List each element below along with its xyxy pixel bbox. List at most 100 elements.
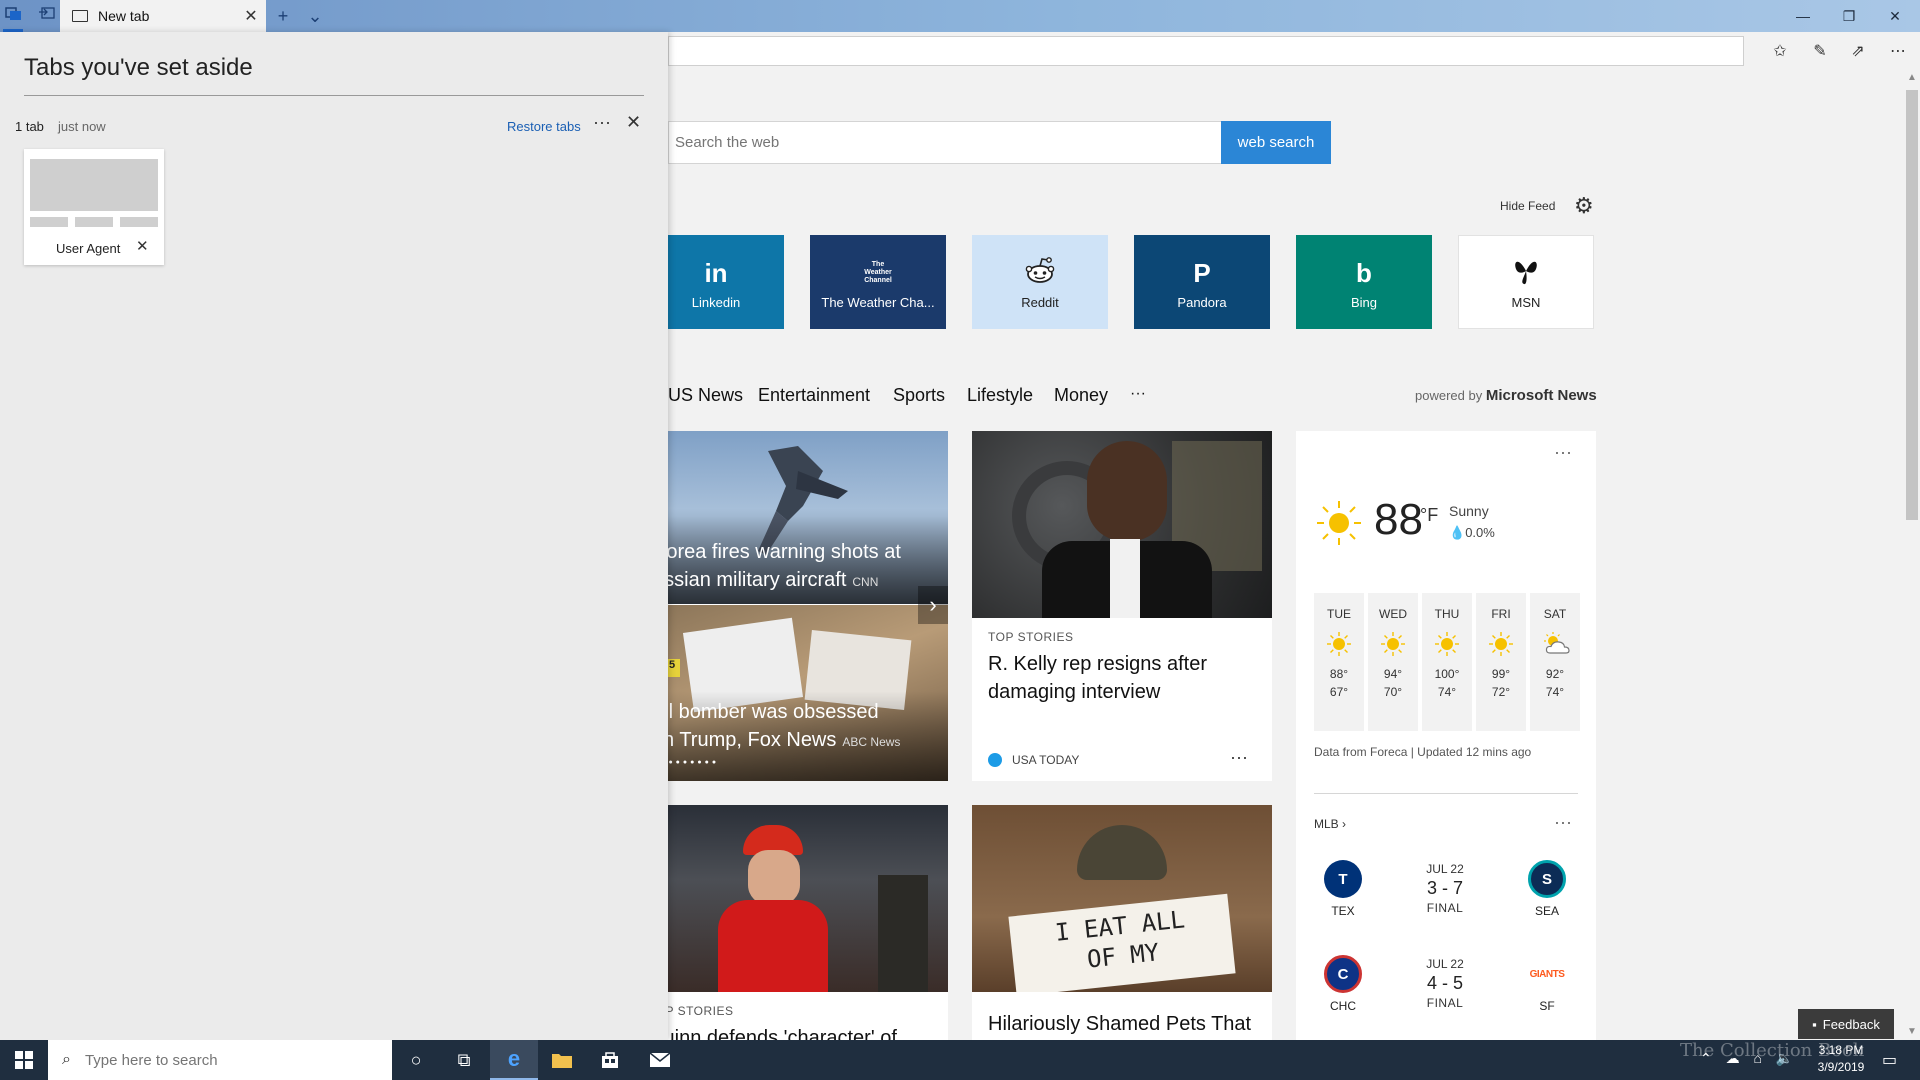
hero2-title-line1: ail bomber was obsessed <box>653 701 879 723</box>
favorites-star-icon[interactable]: ✩ <box>1768 40 1792 64</box>
forecast-day-wed[interactable]: WED 94° 70° <box>1368 593 1418 731</box>
title-bar: New tab ✕ + ⌄ — ❐ ✕ <box>0 0 1920 32</box>
gear-icon[interactable]: ⚙ <box>1574 193 1594 219</box>
task-view-icon[interactable]: ⧉ <box>440 1040 488 1080</box>
hero1-source: CNN <box>852 575 879 589</box>
thumbnail-bar <box>120 217 158 227</box>
news-nav-lifestyle[interactable]: Lifestyle <box>967 385 1033 406</box>
news-nav-money[interactable]: Money <box>1054 385 1108 406</box>
tile-bing[interactable]: b Bing <box>1296 235 1432 329</box>
mail-icon[interactable] <box>636 1040 684 1080</box>
story-card-rkelly[interactable]: TOP STORIES R. Kelly rep resigns after d… <box>972 431 1272 781</box>
aside-tab-thumbnail[interactable]: User Agent ✕ <box>24 149 164 265</box>
action-center-icon[interactable]: ▭ <box>1882 1050 1897 1070</box>
hero1-title-line1: Korea fires warning shots at <box>653 541 901 563</box>
web-search-box[interactable] <box>668 121 1222 164</box>
web-search-button[interactable]: web search <box>1221 121 1331 164</box>
sun-icon <box>1488 631 1514 657</box>
restore-tabs-link[interactable]: Restore tabs <box>507 119 581 134</box>
share-icon[interactable]: ⇗ <box>1846 40 1870 64</box>
forecast-day-tue[interactable]: TUE 88° 67° <box>1314 593 1364 731</box>
hero2-caption[interactable]: ail bomber was obsessed ith Trump, Fox N… <box>653 698 900 756</box>
forecast-low: 74° <box>1545 685 1565 699</box>
taskbar-search-box[interactable]: ⌕ <box>48 1040 392 1080</box>
weather-unit[interactable]: °F <box>1420 505 1438 526</box>
taskbar-search-input[interactable] <box>84 1051 365 1069</box>
news-nav-us-news[interactable]: US News <box>668 385 743 406</box>
forecast-day-name: SAT <box>1543 607 1567 621</box>
mlb-score[interactable]: JUL 22 3 - 7 FINAL <box>1400 862 1490 915</box>
store-icon[interactable] <box>586 1040 634 1080</box>
red-jacket <box>718 900 828 992</box>
story-more-icon[interactable]: ··· <box>1230 747 1248 768</box>
mlb-team-home[interactable]: T TEX <box>1318 860 1368 918</box>
story-card-pets[interactable]: I EAT ALL OF MY Hilariously Shamed Pets … <box>972 805 1272 1040</box>
scrollbar-thumb[interactable] <box>1906 90 1918 520</box>
weather-more-icon[interactable]: ··· <box>1554 442 1572 463</box>
new-tab-plus-icon[interactable]: + <box>270 5 296 27</box>
forecast-day-name: FRI <box>1491 607 1511 621</box>
scroll-down-arrow-icon[interactable]: ▼ <box>1904 1026 1920 1037</box>
forecast-day-fri[interactable]: FRI 99° 72° <box>1476 593 1526 731</box>
tile-weather-channel[interactable]: The Weather Channel The Weather Cha... <box>810 235 946 329</box>
settings-more-icon[interactable]: ⋯ <box>1886 40 1910 64</box>
partly-cloudy-icon <box>1542 631 1570 657</box>
news-nav-more-icon[interactable]: ··· <box>1130 385 1146 403</box>
feedback-button[interactable]: ▪ Feedback <box>1798 1009 1894 1039</box>
thumbnail-close-icon[interactable]: ✕ <box>136 237 149 255</box>
aside-more-icon[interactable]: ··· <box>593 112 611 133</box>
set-tabs-aside-icon[interactable] <box>36 6 58 26</box>
tab-close-icon[interactable]: ✕ <box>236 6 266 26</box>
news-nav-entertainment[interactable]: Entertainment <box>758 385 870 406</box>
hero1-caption[interactable]: Korea fires warning shots at ussian mili… <box>653 538 901 596</box>
hero2-source: ABC News <box>842 735 901 749</box>
cortana-icon[interactable]: ○ <box>392 1040 440 1080</box>
web-note-pen-icon[interactable]: ✎ <box>1808 40 1832 64</box>
forecast-high: 100° <box>1434 667 1460 681</box>
close-window-button[interactable]: ✕ <box>1872 0 1918 32</box>
mlb-more-icon[interactable]: ··· <box>1554 812 1572 833</box>
tab-new-tab[interactable]: New tab ✕ <box>60 0 266 32</box>
forecast-day-sat[interactable]: SAT 92° 74° <box>1530 593 1580 731</box>
carousel-next-chevron-icon[interactable]: › <box>918 586 948 624</box>
weather-precip-value: 0.0% <box>1465 525 1495 540</box>
story-photo-rkelly <box>972 431 1272 618</box>
address-bar[interactable] <box>668 36 1744 66</box>
story-photo-tortoise: I EAT ALL OF MY <box>972 805 1272 992</box>
tab-preview-chevron-down-icon[interactable]: ⌄ <box>302 5 328 27</box>
mlb-team-away[interactable]: S SEA <box>1522 860 1572 918</box>
scroll-up-arrow-icon[interactable]: ▲ <box>1904 72 1920 83</box>
edge-browser-icon[interactable]: e <box>490 1040 538 1080</box>
tile-reddit[interactable]: Reddit <box>972 235 1108 329</box>
aside-close-icon[interactable]: ✕ <box>626 112 641 133</box>
microsoft-news-brand: Microsoft News <box>1485 387 1597 404</box>
tile-linkedin[interactable]: in Linkedin <box>648 235 784 329</box>
forecast-day-thu[interactable]: THU 100° 74° <box>1422 593 1472 731</box>
hero-carousel[interactable]: Korea fires warning shots at ussian mili… <box>648 431 948 781</box>
mlb-team-home[interactable]: C CHC <box>1318 955 1368 1013</box>
mariners-compass-icon: S <box>1528 860 1566 898</box>
start-button[interactable] <box>0 1040 48 1080</box>
tabs-aside-icon[interactable] <box>3 6 25 26</box>
reddit-alien-icon <box>1024 255 1056 291</box>
weather-attribution[interactable]: Data from Foreca | Updated 12 mins ago <box>1314 745 1531 759</box>
mlb-header-link[interactable]: MLB › <box>1314 817 1346 831</box>
story-card-quinn[interactable]: TOP STORIES Quinn defends 'character' of <box>648 805 948 1040</box>
forecast-day-name: WED <box>1379 607 1407 621</box>
aside-tab-count: 1 tab <box>15 119 44 134</box>
score-date: JUL 22 <box>1426 862 1464 876</box>
tile-pandora[interactable]: P Pandora <box>1134 235 1270 329</box>
tile-msn[interactable]: MSN <box>1458 235 1594 329</box>
restore-button[interactable]: ❐ <box>1826 0 1872 32</box>
story-source: USA TODAY <box>1012 753 1080 767</box>
shame-sign: I EAT ALL OF MY <box>1008 893 1236 992</box>
minimize-button[interactable]: — <box>1780 0 1826 32</box>
web-search-input[interactable] <box>669 122 1221 163</box>
news-nav-sports[interactable]: Sports <box>893 385 945 406</box>
file-explorer-icon[interactable] <box>538 1040 586 1080</box>
aside-divider <box>24 95 644 96</box>
mlb-score[interactable]: JUL 22 4 - 5 FINAL <box>1400 957 1490 1010</box>
hide-feed-link[interactable]: Hide Feed <box>1500 199 1555 213</box>
forecast-low: 67° <box>1329 685 1349 699</box>
mlb-team-away[interactable]: GIANTS SF <box>1522 955 1572 1014</box>
